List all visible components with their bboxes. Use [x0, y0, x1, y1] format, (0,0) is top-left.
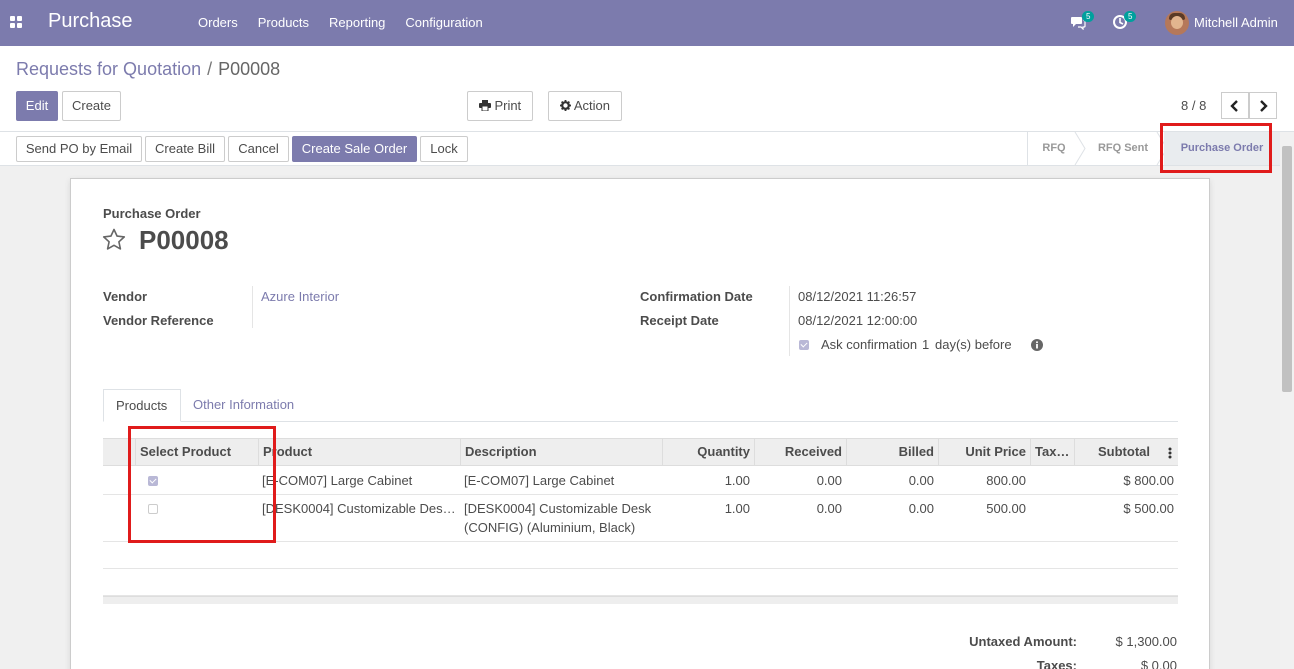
printer-icon [478, 100, 491, 112]
print-button[interactable]: Print [467, 91, 533, 121]
control-panel: Requests for Quotation / P00008 Edit Creat… [0, 46, 1294, 132]
info-icon[interactable] [1031, 339, 1043, 351]
app-brand[interactable]: Purchase [48, 10, 133, 33]
vendor-field[interactable]: Azure Interior [261, 289, 339, 304]
stage-rfq-sent[interactable]: RFQ Sent [1084, 132, 1162, 165]
lock-button[interactable]: Lock [420, 136, 468, 162]
scrollbar-thumb[interactable] [1282, 146, 1292, 392]
column-description[interactable]: Description [460, 439, 662, 466]
table-empty-row [103, 569, 1178, 596]
breadcrumb-parent-link[interactable]: Requests for Quotation [16, 59, 201, 79]
cell-description[interactable]: [E-COM07] Large Cabinet [460, 473, 660, 488]
menu-configuration[interactable]: Configuration [395, 15, 492, 30]
action-label: Action [573, 98, 611, 113]
vendor-reference-label: Vendor Reference [103, 313, 214, 328]
pager-previous-button[interactable] [1221, 92, 1249, 119]
pager-next-button[interactable] [1249, 92, 1277, 119]
cell-unit-price[interactable]: 800.00 [938, 473, 1030, 488]
create-button[interactable]: Create [62, 91, 121, 121]
notebook-tabs: Products Other Information [103, 389, 1178, 422]
form-statusbar: Send PO by Email Create Bill Cancel Crea… [0, 132, 1294, 166]
field-divider [789, 286, 790, 356]
document-type: Purchase Order [103, 206, 201, 221]
column-product[interactable]: Product [258, 439, 460, 466]
untaxed-amount-label: Untaxed Amount: [969, 634, 1077, 649]
confirmation-date-field[interactable]: 08/12/2021 11:26:57 [798, 289, 916, 304]
breadcrumb: Requests for Quotation / P00008 [16, 59, 280, 80]
top-navbar: Purchase Orders Products Reporting Confi… [0, 0, 1294, 46]
confirmation-date-label: Confirmation Date [640, 289, 753, 304]
chevron-left-icon [1230, 100, 1238, 112]
apps-menu-icon[interactable] [10, 16, 23, 29]
column-billed[interactable]: Billed [846, 439, 938, 466]
menu-reporting[interactable]: Reporting [319, 15, 395, 30]
menu-orders[interactable]: Orders [188, 15, 248, 30]
form-sheet: Purchase Order P00008 Vendor Azure Inter… [70, 178, 1210, 669]
cell-product[interactable]: [E-COM07] Large Cabinet [258, 473, 458, 488]
taxes-label: Taxes: [1036, 658, 1077, 669]
taxes-value: $ 0.00 [1140, 658, 1177, 669]
create-bill-button[interactable]: Create Bill [145, 136, 225, 162]
table-empty-row [103, 542, 1178, 569]
cell-quantity[interactable]: 1.00 [662, 473, 754, 488]
column-quantity[interactable]: Quantity [662, 439, 754, 466]
cell-subtotal: $ 500.00 [1123, 501, 1174, 516]
column-taxes[interactable]: Tax… [1030, 439, 1074, 466]
stage-rfq[interactable]: RFQ [1028, 132, 1080, 165]
document-name: P00008 [139, 225, 229, 255]
tab-other-information[interactable]: Other Information [181, 389, 306, 422]
messages-count-badge: 5 [1082, 11, 1095, 22]
pager-value[interactable]: 8 / 8 [1181, 98, 1206, 113]
field-divider [252, 286, 253, 328]
ask-confirmation-label: Ask confirmation [821, 337, 918, 352]
cell-billed[interactable]: 0.00 [846, 473, 938, 488]
send-po-by-email-button[interactable]: Send PO by Email [16, 136, 142, 162]
cell-billed[interactable]: 0.00 [846, 501, 938, 516]
ask-confirmation-checkbox[interactable] [799, 340, 809, 350]
receipt-date-label: Receipt Date [640, 313, 719, 328]
cell-unit-price[interactable]: 500.00 [938, 501, 1030, 516]
messages-icon[interactable]: 5 [1070, 11, 1095, 32]
user-name[interactable]: Mitchell Admin [1194, 15, 1278, 30]
menu-products[interactable]: Products [248, 15, 319, 30]
cell-subtotal: $ 800.00 [1123, 473, 1174, 488]
cell-product[interactable]: [DESK0004] Customizable Des… [258, 501, 458, 516]
activities-count-badge: 5 [1124, 11, 1137, 22]
activities-clock-icon[interactable]: 5 [1112, 11, 1137, 32]
cancel-button[interactable]: Cancel [228, 136, 289, 162]
ask-confirmation-days[interactable]: 1 [922, 337, 929, 352]
optional-columns-icon[interactable] [1168, 447, 1172, 459]
action-button[interactable]: Action [548, 91, 622, 121]
ask-confirmation-suffix: day(s) before [935, 337, 1012, 352]
cell-quantity[interactable]: 1.00 [662, 501, 754, 516]
column-subtotal[interactable]: Subtotal [1074, 439, 1154, 466]
breadcrumb-separator: / [207, 59, 213, 79]
cell-received[interactable]: 0.00 [754, 501, 846, 516]
untaxed-amount-value: $ 1,300.00 [1115, 634, 1177, 649]
column-unit-price[interactable]: Unit Price [938, 439, 1030, 466]
page-scrollbar[interactable] [1280, 132, 1294, 669]
user-avatar[interactable] [1165, 11, 1189, 35]
tab-products[interactable]: Products [103, 389, 181, 422]
column-received[interactable]: Received [754, 439, 846, 466]
cell-description[interactable]: [DESK0004] Customizable Desk (CONFIG) (A… [460, 499, 662, 537]
breadcrumb-current: P00008 [218, 59, 281, 79]
gear-icon [559, 100, 571, 111]
table-footer [103, 596, 1178, 604]
receipt-date-field[interactable]: 08/12/2021 12:00:00 [798, 313, 917, 328]
create-sale-order-button[interactable]: Create Sale Order [292, 136, 417, 162]
vendor-label: Vendor [103, 289, 148, 304]
edit-button[interactable]: Edit [16, 91, 58, 121]
main-menu: Orders Products Reporting Configuration [188, 15, 493, 30]
print-label: Print [494, 98, 522, 113]
chevron-right-icon [1260, 100, 1268, 112]
annotation-highlight-select-product [128, 426, 276, 543]
cell-received[interactable]: 0.00 [754, 473, 846, 488]
favorite-star-icon[interactable] [102, 228, 126, 251]
annotation-highlight-stage [1160, 123, 1272, 173]
